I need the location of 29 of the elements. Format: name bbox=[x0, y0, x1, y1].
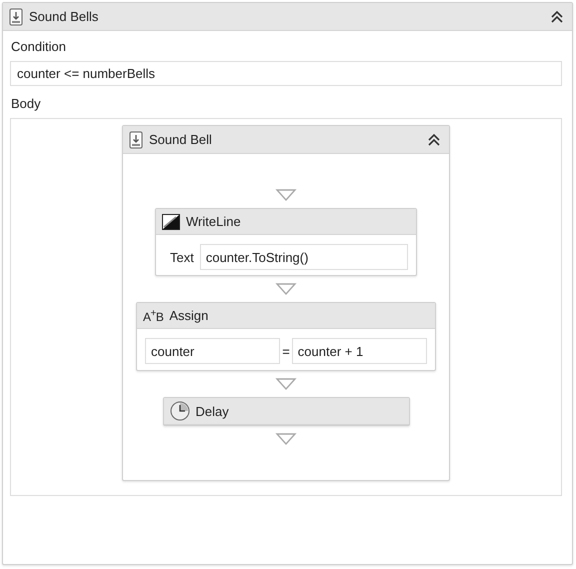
field-label: Condition bbox=[10, 38, 67, 56]
activity-title: WriteLine bbox=[186, 214, 242, 229]
assign-activity[interactable]: A$^{+}$B Assign counter = counter + 1 bbox=[136, 302, 436, 371]
activity-title: Delay bbox=[196, 404, 230, 418]
drop-target-icon[interactable] bbox=[275, 432, 297, 446]
writeline-activity[interactable]: WriteLine Text counter.ToString() bbox=[155, 208, 417, 276]
text-field[interactable]: counter.ToString() bbox=[200, 244, 408, 270]
delay-activity[interactable]: Delay bbox=[162, 397, 410, 426]
field-label: Text bbox=[170, 250, 194, 264]
activity-title: Assign bbox=[169, 308, 210, 323]
writeline-icon bbox=[162, 214, 180, 230]
sequence-icon bbox=[9, 8, 23, 26]
condition-field[interactable]: counter <= numberBells bbox=[10, 61, 562, 86]
operator: = bbox=[282, 344, 290, 358]
clock-icon bbox=[170, 401, 190, 421]
collapse-icon[interactable] bbox=[427, 132, 441, 148]
sequence-icon bbox=[129, 130, 143, 148]
activity-title: Sound Bell bbox=[149, 132, 213, 147]
to-field[interactable]: counter bbox=[145, 338, 280, 364]
collapse-icon[interactable] bbox=[550, 8, 564, 24]
while-activity[interactable]: Sound Bells Condition counter <= numberBells Body Sound Bell WriteLine Text counter.ToString() A$^{+}$B Assign counter = counter + 1 Delay bbox=[2, 2, 573, 565]
drop-target-icon[interactable] bbox=[275, 377, 297, 391]
activity-title: Sound Bells bbox=[29, 9, 100, 24]
drop-target-icon[interactable] bbox=[275, 188, 297, 202]
section-label: Body bbox=[10, 95, 42, 113]
drop-target-icon[interactable] bbox=[275, 282, 297, 296]
assign-icon: A$^{+}$B bbox=[143, 308, 164, 324]
value-field[interactable]: counter + 1 bbox=[292, 338, 427, 364]
sequence-activity[interactable]: Sound Bell WriteLine Text counter.ToString() A$^{+}$B Assign counter = counter + 1 Delay bbox=[122, 125, 450, 481]
